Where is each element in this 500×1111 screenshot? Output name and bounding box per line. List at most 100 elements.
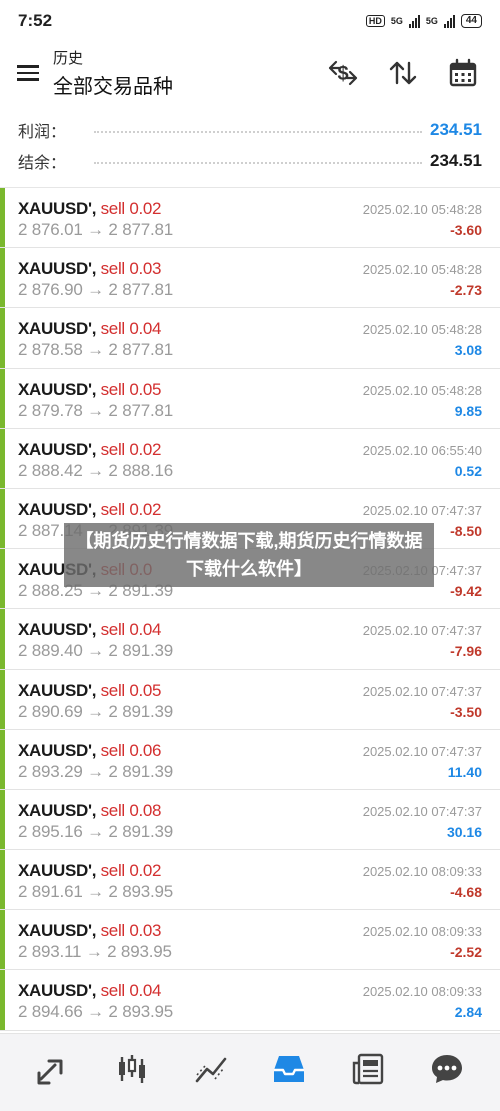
- network-5g-label-2: 5G: [425, 16, 438, 26]
- chat-icon[interactable]: [426, 1048, 468, 1090]
- trade-prices: 2 888.42 → 2 888.16: [18, 460, 173, 480]
- trade-row[interactable]: XAUUSD', sell 0.02 2 876.01 → 2 877.81 2…: [0, 188, 500, 249]
- page-title[interactable]: 全部交易品种: [53, 70, 173, 99]
- line-chart-icon[interactable]: [190, 1048, 232, 1090]
- trade-row[interactable]: XAUUSD', sell 0.05 2 890.69 → 2 891.39 2…: [0, 669, 500, 730]
- trade-pnl: 3.08: [454, 342, 482, 359]
- trade-time: 2025.02.10 07:47:37: [362, 803, 482, 819]
- bottom-nav: [0, 1033, 500, 1111]
- trade-prices: 2 876.01 → 2 877.81: [18, 220, 173, 239]
- trade-symbol: XAUUSD', sell 0.08: [18, 800, 162, 820]
- trade-pnl: 2.84: [454, 1004, 482, 1021]
- trade-row[interactable]: XAUUSD', sell 0.02 2 891.61 → 2 893.95 2…: [0, 850, 500, 911]
- trade-side: sell 0.04: [100, 319, 162, 339]
- trade-type-bar: [0, 248, 5, 308]
- trade-prices: 2 889.40 → 2 891.39: [18, 641, 173, 661]
- signal-icon: [408, 14, 420, 28]
- trade-time: 2025.02.10 07:47:37: [362, 683, 482, 699]
- trade-type-bar: [0, 850, 5, 910]
- trade-list: XAUUSD', sell 0.02 2 876.01 → 2 877.81 2…: [0, 188, 500, 1031]
- status-time: 7:52: [18, 11, 53, 30]
- trade-side: sell 0.06: [100, 740, 162, 760]
- trade-time: 2025.02.10 06:55:40: [362, 442, 482, 458]
- trade-type-bar: [0, 308, 5, 368]
- trade-row[interactable]: XAUUSD', sell 0.03 2 876.90 → 2 877.81 2…: [0, 248, 500, 309]
- trade-row[interactable]: XAUUSD', sell 0.05 2 879.78 → 2 877.81 2…: [0, 368, 500, 429]
- balance-label: 结余：: [18, 155, 67, 172]
- trade-symbol: XAUUSD', sell 0.04: [18, 319, 162, 339]
- trade-row[interactable]: XAUUSD', sell 0.08 2 895.16 → 2 891.39 2…: [0, 789, 500, 851]
- trade-time: 2025.02.10 08:09:33: [362, 864, 482, 880]
- svg-text:$: $: [337, 63, 348, 85]
- hd-indicator: HD: [365, 15, 385, 27]
- history-inbox-icon[interactable]: [268, 1048, 310, 1090]
- trade-row[interactable]: XAUUSD', sell 0.03 2 893.11 → 2 893.95 2…: [0, 910, 500, 971]
- watermark-overlay: 【期货历史行情数据下载,期货历史行情数据下载什么软件】: [64, 523, 434, 587]
- news-icon[interactable]: [347, 1048, 389, 1090]
- profit-dots: [94, 131, 422, 133]
- balance-value: 234.51: [430, 151, 482, 170]
- trade-type-bar: [0, 368, 5, 428]
- trade-symbol: XAUUSD', sell 0.03: [18, 259, 162, 279]
- trade-side: sell 0.04: [100, 620, 162, 640]
- trade-time: 2025.02.10 05:48:28: [362, 322, 482, 338]
- trade-time: 2025.02.10 05:48:28: [362, 382, 482, 398]
- balance-row: 结余： 234.51: [18, 148, 482, 174]
- trade-symbol: XAUUSD', sell 0.06: [18, 740, 162, 760]
- trade-prices: 2 879.78 → 2 877.81: [18, 400, 173, 420]
- calendar-icon[interactable]: [444, 54, 482, 92]
- trade-prices: 2 894.66 → 2 893.95: [18, 1002, 173, 1022]
- trade-pnl: -7.96: [450, 643, 482, 660]
- toolbar: 历史 全部交易品种 $: [0, 42, 500, 104]
- trade-prices: 2 890.69 → 2 891.39: [18, 701, 173, 721]
- trade-type-bar: [0, 789, 5, 850]
- trade-pnl: -2.73: [450, 282, 482, 299]
- profit-label: 利润：: [18, 124, 67, 141]
- trade-type-bar: [0, 188, 5, 248]
- trade-symbol: XAUUSD', sell 0.03: [18, 921, 162, 941]
- trade-symbol: XAUUSD', sell 0.02: [18, 439, 162, 459]
- trade-side: sell 0.08: [100, 800, 162, 820]
- trade-pnl: 11.40: [447, 763, 482, 780]
- header-titles: 历史 全部交易品种: [53, 47, 173, 99]
- trade-type-bar: [0, 970, 5, 1030]
- candlestick-chart-icon[interactable]: [111, 1048, 153, 1090]
- trade-time: 2025.02.10 08:09:33: [362, 924, 482, 940]
- trade-row[interactable]: XAUUSD', sell 0.04 2 894.66 → 2 893.95 2…: [0, 970, 500, 1031]
- trade-icon[interactable]: [32, 1048, 74, 1090]
- network-5g-label: 5G: [390, 16, 403, 26]
- trade-symbol: XAUUSD', sell 0.04: [18, 981, 162, 1001]
- trade-side: sell 0.02: [100, 199, 162, 218]
- profit-value: 234.51: [430, 120, 482, 139]
- trade-prices: 2 876.90 → 2 877.81: [18, 280, 173, 300]
- trade-type-bar: [0, 428, 5, 488]
- trade-symbol: XAUUSD', sell 0.02: [18, 499, 162, 519]
- trade-pnl: -4.68: [450, 884, 482, 901]
- trade-side: sell 0.03: [100, 259, 162, 279]
- trade-row[interactable]: XAUUSD', sell 0.04 2 889.40 → 2 891.39 2…: [0, 609, 500, 670]
- trade-pnl: 30.16: [446, 823, 482, 840]
- sort-icon[interactable]: [384, 54, 422, 92]
- trade-row[interactable]: XAUUSD', sell 0.04 2 878.58 → 2 877.81 2…: [0, 308, 500, 369]
- currency-exchange-icon[interactable]: $: [324, 54, 362, 92]
- trade-side: sell 0.04: [100, 981, 162, 1001]
- trade-prices: 2 893.11 → 2 893.95: [18, 942, 172, 962]
- status-bar: 7:52 HD 5G 5G 44: [0, 0, 500, 42]
- summary-panel: 利润： 234.51 结余： 234.51: [0, 112, 500, 188]
- trade-pnl: 9.85: [454, 402, 482, 419]
- trade-row[interactable]: XAUUSD', sell 0.02 2 888.42 → 2 888.16 2…: [0, 428, 500, 489]
- signal-icon-2: [443, 14, 455, 28]
- balance-dots: [94, 162, 422, 164]
- trade-prices: 2 878.58 → 2 877.81: [18, 340, 173, 360]
- page-title-small: 历史: [53, 50, 84, 67]
- profit-row: 利润： 234.51: [18, 117, 482, 143]
- menu-icon[interactable]: [3, 48, 53, 98]
- trade-pnl: -3.50: [450, 703, 482, 720]
- trade-time: 2025.02.10 07:47:37: [362, 623, 482, 639]
- trade-side: sell 0.02: [100, 439, 162, 459]
- trade-row[interactable]: XAUUSD', sell 0.06 2 893.29 → 2 891.39 2…: [0, 729, 500, 790]
- trade-side: sell 0.03: [100, 921, 162, 941]
- watermark-text: 【期货历史行情数据下载,期货历史行情数据下载什么软件】: [75, 531, 423, 579]
- trade-prices: 2 895.16 → 2 891.39: [18, 821, 173, 841]
- trade-symbol: XAUUSD', sell 0.04: [18, 620, 162, 640]
